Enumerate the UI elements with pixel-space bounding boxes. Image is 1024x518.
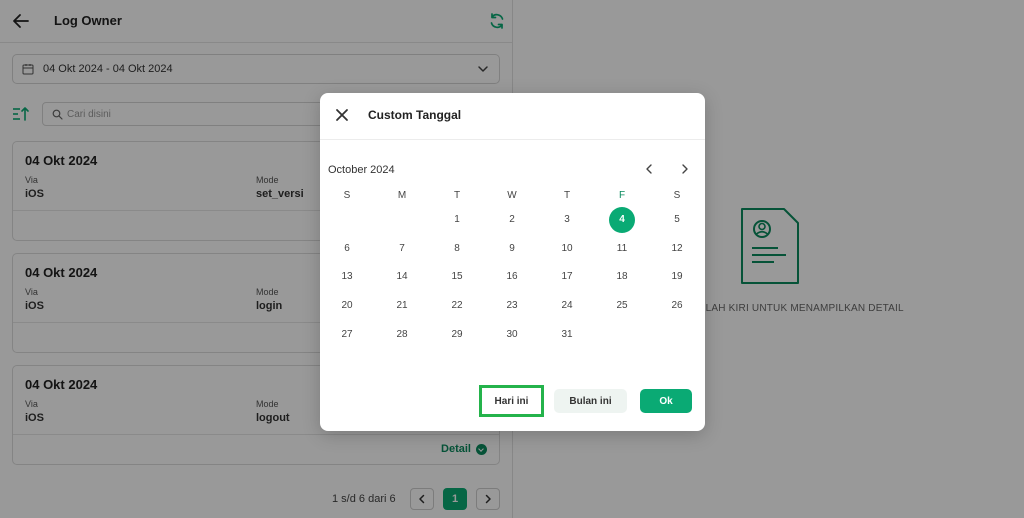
calendar-day[interactable]: 22	[444, 293, 470, 319]
calendar-day[interactable]: 15	[444, 264, 470, 290]
ok-button[interactable]: Ok	[640, 389, 692, 413]
calendar-day[interactable]: 26	[664, 293, 690, 319]
modal-divider	[320, 139, 705, 140]
calendar-day[interactable]: 5	[664, 207, 690, 233]
modal-title: Custom Tanggal	[368, 108, 462, 122]
calendar-day[interactable]: 25	[609, 293, 635, 319]
chevron-left-icon[interactable]	[641, 161, 657, 177]
calendar-day[interactable]: 13	[334, 264, 360, 290]
calendar-day-selected[interactable]: 4	[609, 207, 635, 233]
close-icon[interactable]	[334, 107, 350, 123]
calendar-day[interactable]: 18	[609, 264, 635, 290]
weekday-label: W	[507, 190, 517, 201]
calendar-day[interactable]: 23	[499, 293, 525, 319]
calendar-day[interactable]: 6	[334, 236, 360, 262]
chevron-right-icon[interactable]	[677, 161, 693, 177]
calendar-day[interactable]: 11	[609, 236, 635, 262]
calendar-day[interactable]: 10	[554, 236, 580, 262]
calendar-day[interactable]: 9	[499, 236, 525, 262]
calendar-day[interactable]: 7	[389, 236, 415, 262]
custom-date-modal: Custom Tanggal October 2024 S M T W T F …	[320, 93, 705, 431]
calendar-day[interactable]: 12	[664, 236, 690, 262]
calendar-day[interactable]: 20	[334, 293, 360, 319]
calendar-day[interactable]: 14	[389, 264, 415, 290]
calendar-day[interactable]: 28	[389, 322, 415, 348]
weekday-label: S	[343, 190, 351, 201]
calendar-day[interactable]: 21	[389, 293, 415, 319]
calendar-month-label: October 2024	[328, 164, 395, 176]
calendar-day[interactable]: 24	[554, 293, 580, 319]
calendar-day[interactable]: 31	[554, 322, 580, 348]
calendar-day[interactable]: 19	[664, 264, 690, 290]
weekday-label: T	[563, 190, 571, 201]
weekday-label: F	[618, 190, 626, 201]
calendar-day[interactable]: 30	[499, 322, 525, 348]
weekday-label: T	[453, 190, 461, 201]
today-button[interactable]: Hari ini	[479, 385, 544, 417]
calendar-day[interactable]: 1	[444, 207, 470, 233]
calendar-day[interactable]: 27	[334, 322, 360, 348]
calendar-day[interactable]: 8	[444, 236, 470, 262]
this-month-button[interactable]: Bulan ini	[554, 389, 627, 413]
calendar-day[interactable]: 29	[444, 322, 470, 348]
calendar-day[interactable]: 2	[499, 207, 525, 233]
weekday-label: M	[397, 190, 407, 201]
calendar-day[interactable]: 17	[554, 264, 580, 290]
weekday-label: S	[673, 190, 681, 201]
calendar-day[interactable]: 3	[554, 207, 580, 233]
calendar-day[interactable]: 16	[499, 264, 525, 290]
